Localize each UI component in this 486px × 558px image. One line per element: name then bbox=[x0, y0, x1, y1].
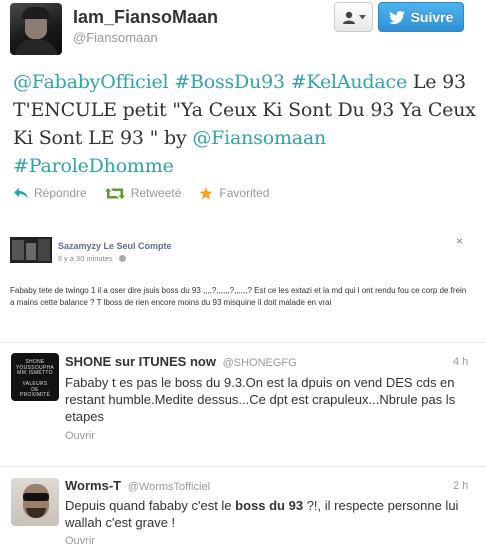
reply-label: Répondre bbox=[34, 186, 87, 200]
tweet-actions: Répondre Retweeté Favorited bbox=[14, 186, 287, 200]
retweet-button[interactable]: Retweeté bbox=[104, 186, 182, 200]
tweet-link[interactable]: @FababyOfficiel bbox=[13, 71, 169, 93]
reply-button[interactable]: Répondre bbox=[14, 186, 87, 200]
reply-avatar[interactable] bbox=[11, 478, 59, 526]
reply-timestamp[interactable]: 2 h bbox=[453, 480, 468, 492]
open-tweet-link[interactable]: Ouvrir bbox=[65, 535, 95, 547]
profile-header: Iam_FiansoMaan @Fiansomaan Suivre bbox=[0, 0, 486, 60]
embedded-avatar bbox=[10, 237, 52, 263]
display-name[interactable]: Iam_FiansoMaan bbox=[73, 7, 218, 28]
embedded-timestamp: Il y a 30 minutes · bbox=[58, 254, 127, 263]
tweet-link[interactable]: @Fiansomaan bbox=[192, 127, 326, 149]
reply-text-bold: boss du 93 bbox=[235, 498, 304, 513]
tweet-link[interactable]: #KelAudace bbox=[291, 71, 407, 93]
reply-author-name-text: SHONE sur ITUNES now bbox=[65, 354, 216, 369]
tweet-text: @FababyOfficiel #BossDu93 #KelAudace Le … bbox=[13, 68, 478, 180]
embedded-time-text: Il y a 30 minutes · bbox=[58, 254, 120, 263]
username[interactable]: @Fiansomaan bbox=[73, 30, 158, 45]
favorite-label: Favorited bbox=[219, 186, 270, 200]
embedded-text: Fababy tete de twingo 1 il a oser dire j… bbox=[10, 286, 467, 307]
reply-text: Depuis quand fababy c'est le boss du 93 … bbox=[65, 497, 470, 531]
reply-timestamp[interactable]: 4 h bbox=[453, 356, 468, 368]
tweet-link[interactable]: #BossDu93 bbox=[174, 71, 285, 93]
globe-icon bbox=[119, 255, 127, 262]
reply-author-handle: @WormsTofficiel bbox=[127, 481, 211, 493]
close-icon: × bbox=[456, 234, 464, 248]
bird-icon bbox=[388, 10, 405, 24]
favorite-button[interactable]: Favorited bbox=[199, 186, 269, 200]
avatar-text: PROXIMITÉ bbox=[19, 392, 51, 398]
open-tweet-link[interactable]: Ouvrir bbox=[65, 430, 95, 442]
user-actions-button[interactable] bbox=[334, 2, 373, 32]
user-icon bbox=[342, 11, 355, 24]
reply-icon bbox=[14, 187, 28, 199]
reply-author-name-text: Worms-T bbox=[65, 478, 122, 493]
reply-text-part: Depuis quand fababy c'est le bbox=[65, 498, 236, 513]
retweet-label: Retweeté bbox=[130, 186, 182, 200]
reply-author-handle: @SHONEGFG bbox=[222, 357, 297, 369]
divider bbox=[0, 342, 486, 343]
chevron-down-icon bbox=[358, 14, 366, 19]
embedded-author: Sazamyzy Le Seul Compte bbox=[58, 241, 172, 251]
avatar-text: MIK ISMÉTTO bbox=[17, 370, 53, 376]
follow-button[interactable]: Suivre bbox=[378, 2, 464, 32]
tweet-link[interactable]: #ParoleDhomme bbox=[13, 155, 174, 177]
reply-author-name[interactable]: SHONE sur ITUNES now @SHONEGFG bbox=[65, 354, 297, 369]
reply-author-name[interactable]: Worms-T @WormsTofficiel bbox=[65, 478, 210, 493]
reply-avatar[interactable]: SHONE YOUSSOUPHA MIK ISMÉTTO VALEURS DE PROXI… bbox=[11, 353, 59, 401]
reply-text: Fababy t es pas le boss du 9.3.On est la… bbox=[65, 375, 456, 424]
divider bbox=[0, 466, 486, 467]
retweet-icon bbox=[104, 187, 125, 199]
avatar[interactable] bbox=[10, 3, 62, 55]
star-icon bbox=[199, 186, 214, 199]
follow-label: Suivre bbox=[410, 9, 454, 25]
